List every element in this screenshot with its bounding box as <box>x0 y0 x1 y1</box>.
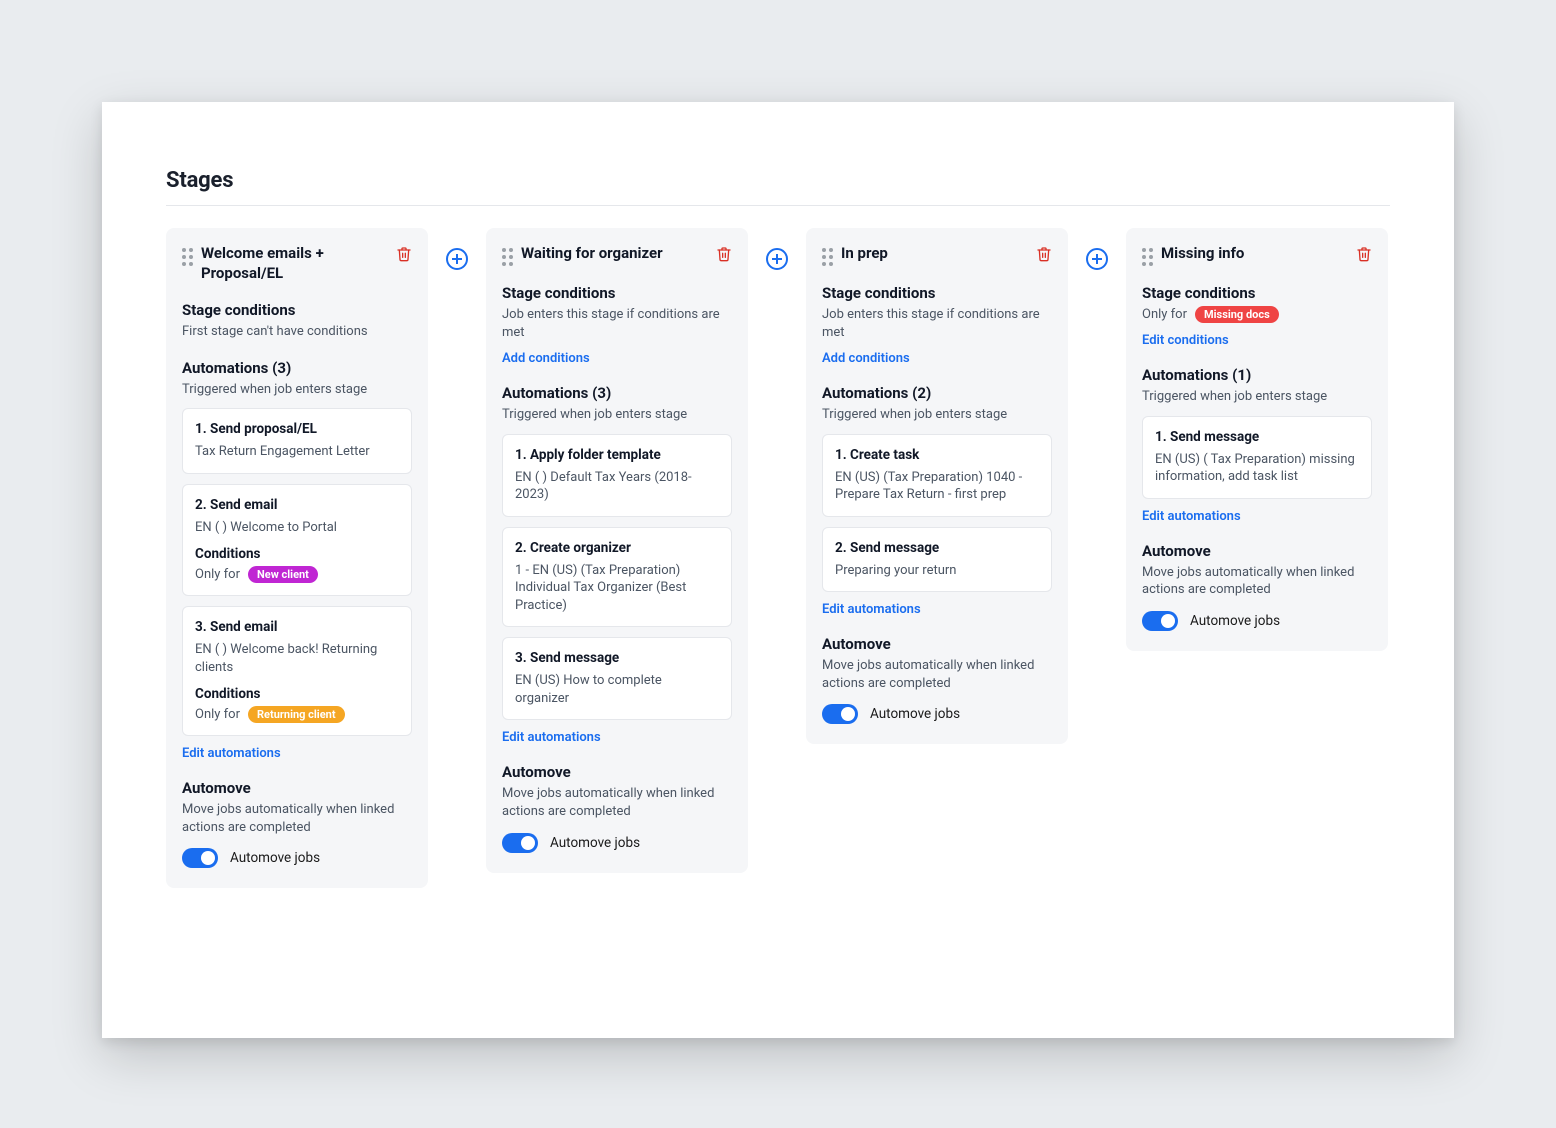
automation-card[interactable]: 2. Create organizer 1 - EN (US) (Tax Pre… <box>502 527 732 628</box>
automove-toggle[interactable] <box>502 833 538 853</box>
stage-column-missing-info: Missing info Stage conditions Only for M… <box>1126 228 1388 651</box>
trash-icon[interactable] <box>716 246 732 262</box>
automation-body: EN (US) (Tax Preparation) 1040 - Prepare… <box>835 469 1039 504</box>
add-conditions-link[interactable]: Add conditions <box>502 351 590 366</box>
automation-title: 1. Send proposal/EL <box>195 421 399 437</box>
automation-title: 2. Send email <box>195 497 399 513</box>
trash-icon[interactable] <box>396 246 412 262</box>
stage-title: In prep <box>841 244 1028 264</box>
conditions-desc: Job enters this stage if conditions are … <box>822 306 1052 341</box>
automove-desc: Move jobs automatically when linked acti… <box>502 785 732 820</box>
conditions-desc: Job enters this stage if conditions are … <box>502 306 732 341</box>
automation-body: Preparing your return <box>835 562 1039 580</box>
automove-toggle[interactable] <box>1142 611 1178 631</box>
automation-card[interactable]: 1. Send message EN (US) ( Tax Preparatio… <box>1142 416 1372 499</box>
automations-desc: Triggered when job enters stage <box>1142 388 1372 406</box>
conditions-pill: New client <box>248 566 318 583</box>
conditions-header: Stage conditions <box>502 284 732 302</box>
automation-title: 1. Apply folder template <box>515 447 719 463</box>
add-stage-button[interactable] <box>766 248 788 270</box>
automations-header: Automations (2) <box>822 384 1052 402</box>
drag-handle-icon[interactable] <box>502 248 513 266</box>
edit-automations-link[interactable]: Edit automations <box>1142 509 1241 524</box>
automove-desc: Move jobs automatically when linked acti… <box>182 801 412 836</box>
page-title: Stages <box>166 168 1390 206</box>
automation-card[interactable]: 2. Send message Preparing your return <box>822 527 1052 593</box>
automation-body: EN (US) How to complete organizer <box>515 672 719 707</box>
automove-desc: Move jobs automatically when linked acti… <box>1142 564 1372 599</box>
automove-desc: Move jobs automatically when linked acti… <box>822 657 1052 692</box>
automation-card[interactable]: 1. Create task EN (US) (Tax Preparation)… <box>822 434 1052 517</box>
automation-title: 3. Send email <box>195 619 399 635</box>
only-for-label: Only for <box>1142 307 1187 322</box>
automove-toggle[interactable] <box>822 704 858 724</box>
conditions-pill: Missing docs <box>1195 306 1279 323</box>
edit-conditions-link[interactable]: Edit conditions <box>1142 333 1229 348</box>
trash-icon[interactable] <box>1356 246 1372 262</box>
automations-desc: Triggered when job enters stage <box>822 406 1052 424</box>
automation-title: 2. Send message <box>835 540 1039 556</box>
drag-handle-icon[interactable] <box>182 248 193 266</box>
automove-toggle-label: Automove jobs <box>1190 613 1280 629</box>
stage-title: Waiting for organizer <box>521 244 708 264</box>
automations-header: Automations (1) <box>1142 366 1372 384</box>
conditions-header: Stage conditions <box>182 301 412 319</box>
add-stage-button[interactable] <box>1086 248 1108 270</box>
conditions-header: Stage conditions <box>1142 284 1372 302</box>
trash-icon[interactable] <box>1036 246 1052 262</box>
edit-automations-link[interactable]: Edit automations <box>182 746 281 761</box>
automation-title: 1. Create task <box>835 447 1039 463</box>
automation-body: EN ( ) Default Tax Years (2018-2023) <box>515 469 719 504</box>
conditions-pill: Returning client <box>248 706 345 723</box>
automove-header: Automove <box>502 763 732 781</box>
automation-body: EN ( ) Welcome to Portal <box>195 519 399 537</box>
automation-body: Tax Return Engagement Letter <box>195 443 399 461</box>
automations-desc: Triggered when job enters stage <box>182 381 412 399</box>
automations-header: Automations (3) <box>182 359 412 377</box>
automove-toggle[interactable] <box>182 848 218 868</box>
automations-desc: Triggered when job enters stage <box>502 406 732 424</box>
automove-header: Automove <box>822 635 1052 653</box>
edit-automations-link[interactable]: Edit automations <box>502 730 601 745</box>
automation-conditions-header: Conditions <box>195 546 399 562</box>
stage-column-waiting: Waiting for organizer Stage conditions J… <box>486 228 748 873</box>
automations-header: Automations (3) <box>502 384 732 402</box>
automation-conditions-header: Conditions <box>195 686 399 702</box>
conditions-desc: First stage can't have conditions <box>182 323 412 341</box>
edit-automations-link[interactable]: Edit automations <box>822 602 921 617</box>
automation-card[interactable]: 1. Apply folder template EN ( ) Default … <box>502 434 732 517</box>
add-stage-button[interactable] <box>446 248 468 270</box>
automation-card[interactable]: 3. Send email EN ( ) Welcome back! Retur… <box>182 606 412 736</box>
automove-toggle-label: Automove jobs <box>230 850 320 866</box>
drag-handle-icon[interactable] <box>1142 248 1153 266</box>
only-for-label: Only for <box>195 707 240 722</box>
automation-card[interactable]: 3. Send message EN (US) How to complete … <box>502 637 732 720</box>
automove-header: Automove <box>1142 542 1372 560</box>
automove-toggle-label: Automove jobs <box>550 835 640 851</box>
stage-column-in-prep: In prep Stage conditions Job enters this… <box>806 228 1068 744</box>
automation-card[interactable]: 2. Send email EN ( ) Welcome to Portal C… <box>182 484 412 597</box>
only-for-label: Only for <box>195 567 240 582</box>
automation-title: 2. Create organizer <box>515 540 719 556</box>
stage-title: Missing info <box>1161 244 1348 264</box>
add-conditions-link[interactable]: Add conditions <box>822 351 910 366</box>
automove-toggle-label: Automove jobs <box>870 706 960 722</box>
automation-title: 3. Send message <box>515 650 719 666</box>
automation-card[interactable]: 1. Send proposal/EL Tax Return Engagemen… <box>182 408 412 474</box>
automation-body: EN ( ) Welcome back! Returning clients <box>195 641 399 676</box>
automation-title: 1. Send message <box>1155 429 1359 445</box>
automation-body: 1 - EN (US) (Tax Preparation) Individual… <box>515 562 719 615</box>
automation-body: EN (US) ( Tax Preparation) missing infor… <box>1155 451 1359 486</box>
stages-row: Welcome emails + Proposal/EL Stage condi… <box>166 228 1390 888</box>
drag-handle-icon[interactable] <box>822 248 833 266</box>
automove-header: Automove <box>182 779 412 797</box>
stage-column-welcome: Welcome emails + Proposal/EL Stage condi… <box>166 228 428 888</box>
conditions-header: Stage conditions <box>822 284 1052 302</box>
stage-title: Welcome emails + Proposal/EL <box>201 244 388 283</box>
